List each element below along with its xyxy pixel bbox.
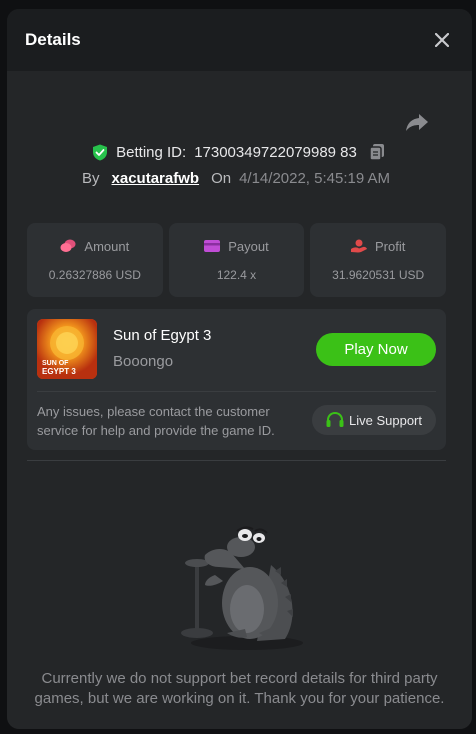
card-icon <box>204 240 221 252</box>
card-divider <box>37 391 436 392</box>
modal-title: Details <box>25 30 81 49</box>
bet-datetime: 4/14/2022, 5:45:19 AM <box>239 170 391 187</box>
close-icon <box>435 33 449 47</box>
stat-profit-value: 31.9620531 USD <box>332 267 425 282</box>
game-card: SUN OF EGYPT 3 Sun of Egypt 3 Booongo Pl… <box>27 309 446 450</box>
stat-payout-value: 122.4 x <box>216 267 257 282</box>
stat-profit: Profit 31.9620531 USD <box>310 223 447 297</box>
share-button[interactable] <box>404 109 430 135</box>
game-thumbnail[interactable]: SUN OF EGYPT 3 <box>37 319 97 379</box>
coins-icon <box>60 239 76 252</box>
hand-coin-icon <box>351 239 367 253</box>
close-button[interactable] <box>430 28 454 52</box>
stat-amount-label: Amount <box>84 238 130 254</box>
stat-amount-value: 0.26327886 USD <box>48 267 141 282</box>
thumb-text-1: SUN OF <box>42 360 69 367</box>
bettor-row: By xacutarafwb On 4/14/2022, 5:45:19 AM <box>82 170 390 187</box>
game-name: Sun of Egypt 3 <box>113 327 212 344</box>
share-icon <box>406 114 428 131</box>
stats-row: Amount 0.26327886 USD Payout 122.4 x Pro… <box>27 223 447 297</box>
play-now-button[interactable]: Play Now <box>316 333 436 366</box>
copy-button[interactable] <box>369 143 387 161</box>
crocodile-mascot-illustration <box>181 526 303 650</box>
shield-check-icon <box>93 144 108 160</box>
betting-id-value: 17300349722079989 83 <box>194 143 357 161</box>
modal-content: Betting ID: 17300349722079989 83 By xacu… <box>7 71 472 729</box>
details-modal: Details Betting ID: 17300349722079989 83 <box>7 9 472 729</box>
copy-icon <box>369 144 384 161</box>
stat-payout-label: Payout <box>228 238 269 254</box>
modal-header: Details <box>7 9 472 71</box>
live-support-label: Live Support <box>349 412 422 428</box>
thumb-text-2: EGYPT 3 <box>42 367 76 376</box>
headset-icon <box>326 412 344 427</box>
live-support-button[interactable]: Live Support <box>312 405 436 435</box>
third-party-notice: Currently we do not support bet record d… <box>34 670 445 707</box>
section-divider <box>27 460 446 461</box>
by-label: By <box>82 170 100 187</box>
stat-amount: Amount 0.26327886 USD <box>27 223 163 297</box>
on-label: On <box>211 170 232 187</box>
username-link[interactable]: xacutarafwb <box>112 170 200 187</box>
betting-id-label: Betting ID: <box>116 143 187 161</box>
game-provider: Booongo <box>113 353 174 370</box>
betting-id-row: Betting ID: 17300349722079989 83 <box>7 143 472 161</box>
stat-payout: Payout 122.4 x <box>168 223 305 297</box>
game-thumbnail-art: SUN OF EGYPT 3 <box>37 319 97 379</box>
support-text: Any issues, please contact the customer … <box>37 404 275 438</box>
stat-profit-label: Profit <box>375 238 406 254</box>
